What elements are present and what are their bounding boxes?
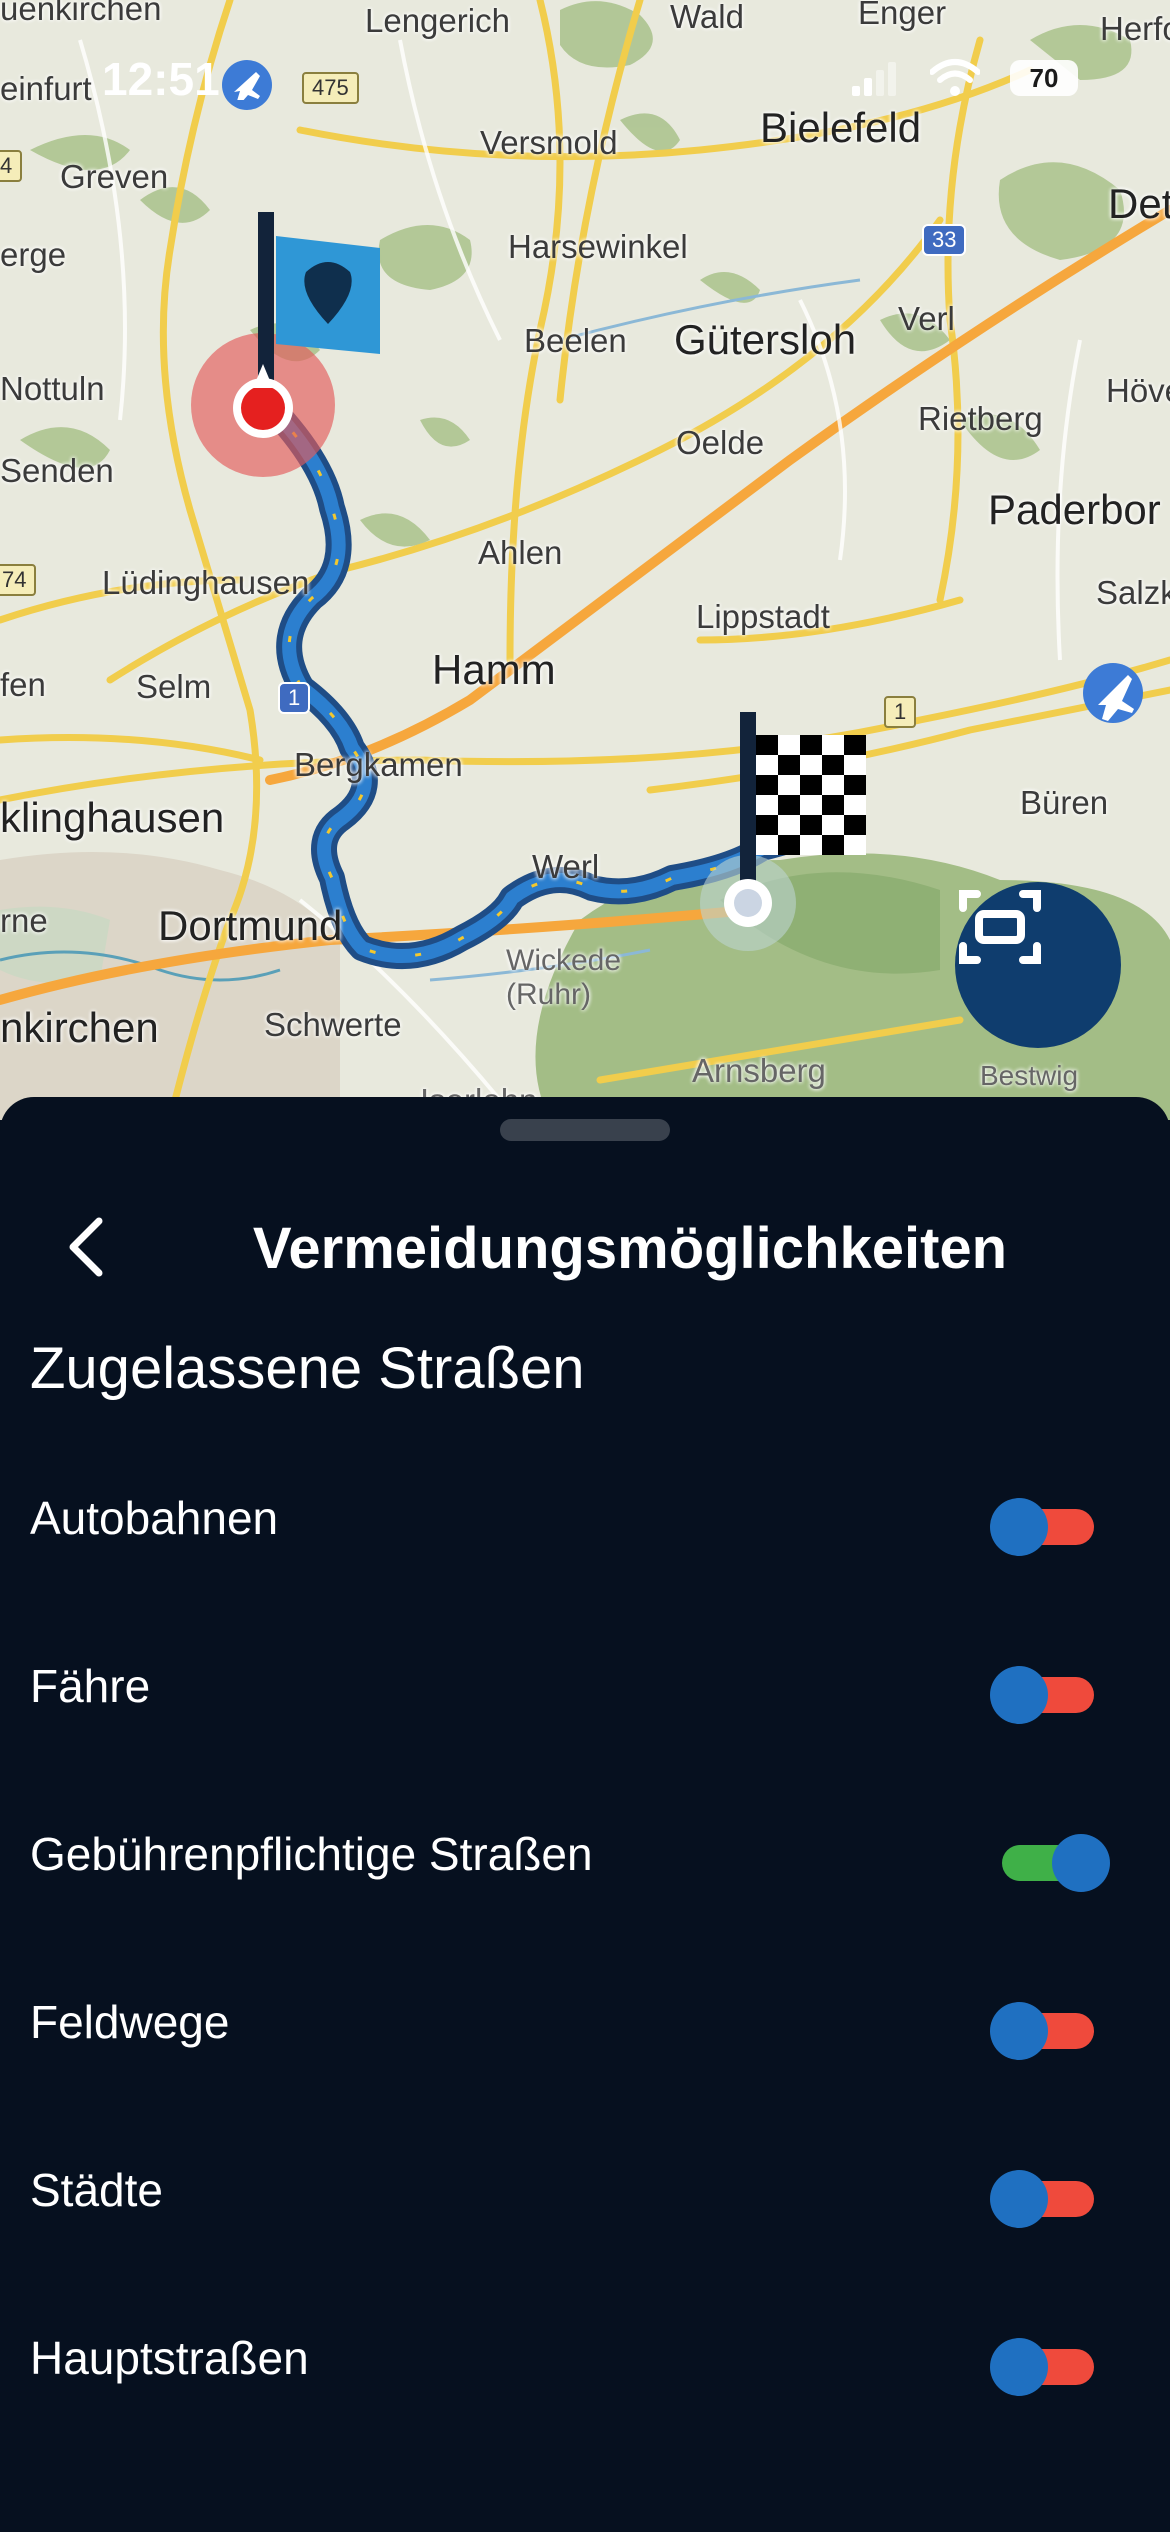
map-place-label: Werl [532, 848, 600, 885]
map-place-label: Harsewinkel [508, 228, 688, 265]
map-place-label: erge [0, 236, 67, 273]
fit-route-button[interactable] [955, 882, 1121, 1048]
map-place-label: Büren [1020, 784, 1109, 821]
toggle-feldwege[interactable] [990, 1997, 1110, 2060]
map-place-label: Beelen [524, 322, 627, 359]
back-button[interactable] [50, 1207, 120, 1287]
map-place-label: Lippstadt [696, 598, 830, 635]
status-bar: 12:51 70 [0, 0, 1170, 150]
option-label: Städte [30, 2164, 163, 2216]
status-time: 12:51 [102, 53, 220, 105]
toggle-faehre[interactable] [990, 1661, 1110, 1724]
avoidance-options-sheet: Vermeidungsmöglichkeiten Zugelassene Str… [0, 1097, 1170, 2532]
option-label: Fähre [30, 1660, 151, 1712]
road-shield: 1 [278, 682, 311, 714]
map-place-label: Wickede (Ruhr) [506, 944, 622, 1011]
option-row-autobahnen[interactable]: Autobahnen [0, 1455, 1170, 1575]
map-place-label: Gütersloh [674, 316, 857, 363]
toggle-autobahnen[interactable] [990, 1493, 1110, 1556]
map-place-label: Oelde [676, 424, 765, 461]
map-place-label: Hövel [1106, 372, 1170, 409]
map-place-label: Bestwig [980, 1060, 1079, 1091]
map-view[interactable]: uenkirchen Lengerich Wald Enger Herfor e… [0, 0, 1170, 1120]
option-row-gebuehrenpflichtige-strassen[interactable]: Gebührenpflichtige Straßen [0, 1791, 1170, 1911]
map-place-label: Nottuln [0, 370, 105, 407]
section-title: Zugelassene Straßen [30, 1336, 585, 1401]
map-place-label: nkirchen [0, 1004, 159, 1051]
option-row-staedte[interactable]: Städte [0, 2127, 1170, 2247]
map-place-label: Schwerte [264, 1006, 402, 1043]
option-label: Hauptstraßen [30, 2332, 309, 2384]
signal-icon [852, 62, 896, 96]
map-place-label: Rietberg [918, 400, 1043, 437]
fit-route-icon [959, 890, 1041, 964]
map-place-label: Lüdinghausen [102, 564, 310, 601]
map-place-label: Paderbor [988, 486, 1161, 533]
start-flag-icon[interactable] [191, 212, 380, 477]
map-place-label: Hamm [432, 646, 556, 693]
map-place-label: Ahlen [478, 534, 563, 571]
toggle-gebuehrenpflichtige-strassen[interactable] [990, 1829, 1110, 1892]
sheet-title: Vermeidungsmöglichkeiten [252, 1216, 1008, 1281]
option-label: Gebührenpflichtige Straßen [30, 1828, 593, 1880]
road-shield: 33 [922, 224, 967, 256]
road-shield: 74 [0, 564, 37, 596]
option-label: Feldwege [30, 1996, 230, 2048]
toggle-hauptstrassen[interactable] [990, 2333, 1110, 2396]
map-place-label: Bergkamen [294, 746, 463, 783]
map-place-label: rne [0, 902, 48, 939]
option-row-feldwege[interactable]: Feldwege [0, 1959, 1170, 2079]
option-label: Autobahnen [30, 1492, 279, 1544]
battery-icon: 70 [1010, 60, 1078, 96]
chevron-left-icon [69, 1217, 103, 1277]
map-place-label: Dortmund [158, 902, 343, 949]
map-place-label: Arnsberg [692, 1052, 826, 1089]
airport-icon [1083, 663, 1143, 723]
map-place-label: fen [0, 666, 46, 703]
map-place-label: Greven [60, 158, 169, 195]
map-place-label: klinghausen [0, 794, 225, 841]
map-place-label: Det [1108, 180, 1170, 227]
airplane-mode-icon [222, 60, 272, 110]
map-place-label: Verl [898, 300, 955, 337]
road-shield: 4 [0, 150, 23, 182]
toggle-staedte[interactable] [990, 2165, 1110, 2228]
option-row-hauptstrassen[interactable]: Hauptstraßen [0, 2295, 1170, 2415]
sheet-drag-handle[interactable] [500, 1119, 670, 1141]
option-row-faehre[interactable]: Fähre [0, 1623, 1170, 1743]
wifi-icon [930, 59, 980, 96]
map-place-label: Selm [136, 668, 212, 705]
road-shield: 1 [884, 696, 917, 728]
map-place-label: Senden [0, 452, 114, 489]
map-place-label: Salzk [1096, 574, 1170, 611]
